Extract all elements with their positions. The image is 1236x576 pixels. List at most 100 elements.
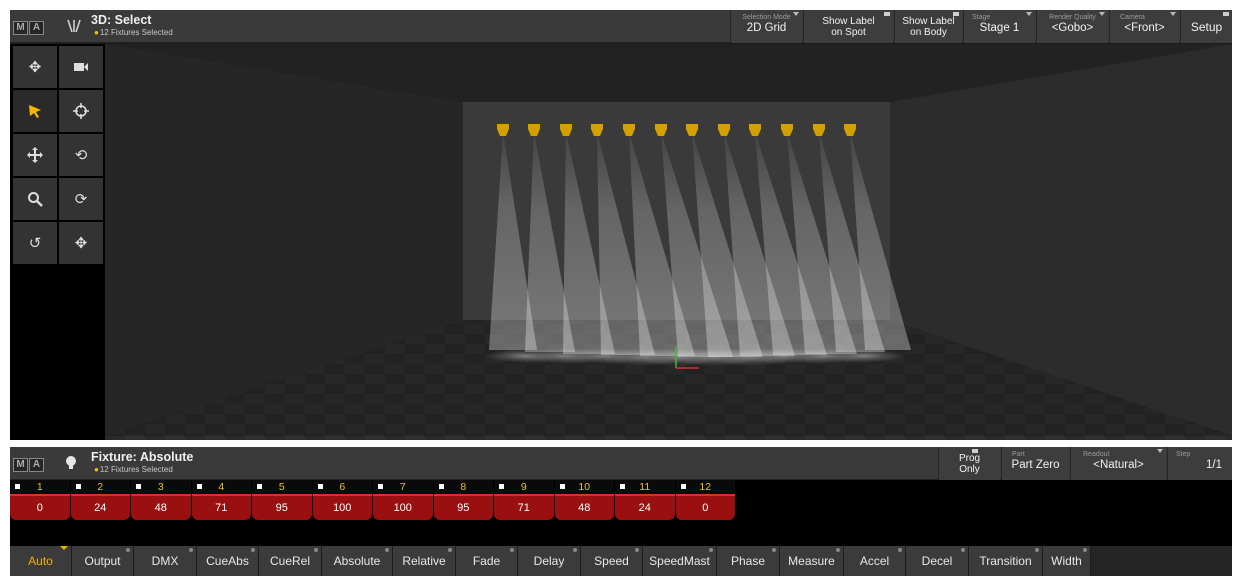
show-label-body-line2: on Body [910,27,947,38]
fixture-cell[interactable]: 12 0 [675,480,735,526]
rotate-tool-button[interactable]: ⟲ [59,134,103,176]
tab-phase[interactable]: Phase [717,546,780,576]
step-button[interactable]: Step 1/1 [1167,447,1232,480]
tab-speedmast[interactable]: SpeedMast [643,546,717,576]
render-quality-button[interactable]: Render Quality <Gobo> [1036,10,1108,43]
3d-viewport[interactable] [105,44,1232,440]
fixture-cell[interactable]: 3 48 [131,480,191,526]
zoom-tool-button[interactable] [13,178,57,220]
show-label-on-spot-button[interactable]: Show Label on Spot [803,10,893,43]
tab-absolute[interactable]: Absolute [322,546,393,576]
fixture-number: 10 [578,481,591,493]
tab-dot-icon [251,548,255,552]
tab-label: Auto [28,554,53,568]
select-tool-button[interactable] [13,90,57,132]
tab-dot-icon [510,548,514,552]
tab-dot-icon [1035,548,1039,552]
fixture-value[interactable]: 48 [554,494,614,520]
ma-logo[interactable]: MA [13,458,44,472]
ma-logo[interactable]: MA [13,21,44,35]
part-value: Part Zero [1011,459,1060,471]
fixture-cell[interactable]: 11 24 [615,480,675,526]
fixture-value[interactable]: 71 [191,494,251,520]
tab-auto[interactable]: Auto [10,546,72,576]
camera-icon [74,63,88,71]
fixture-value[interactable]: 95 [433,494,493,520]
target-icon [73,103,89,119]
tab-label: Delay [533,554,565,568]
orbit-tool-button[interactable]: ↺ [13,222,57,264]
tab-dmx[interactable]: DMX [134,546,197,576]
tab-speed[interactable]: Speed [581,546,643,576]
spotlight-icon [67,19,81,33]
tool-panel: ✥ ⟲ ⟳ ↺ ✥ [10,44,105,440]
tab-label: Absolute [333,554,381,568]
fixture-value[interactable]: 71 [494,494,554,520]
tab-accel[interactable]: Accel [844,546,906,576]
readout-button[interactable]: Readout <Natural> [1070,447,1166,480]
fixture-value[interactable]: 0 [675,494,735,520]
pan-tool-button[interactable] [13,134,57,176]
fixture-sheet: 1 0 2 24 3 48 4 71 5 95 6 100 7 100 8 95 9 71 10 48 11 24 12 0 [10,480,735,526]
fixture-value[interactable]: 48 [131,494,191,520]
tab-decel[interactable]: Decel [906,546,969,576]
fixture-cell[interactable]: 7 100 [373,480,433,526]
tab-dot-icon [1083,548,1087,552]
move-tool-button[interactable]: ✥ [13,46,57,88]
fixture-value[interactable]: 24 [70,494,130,520]
tab-measure[interactable]: Measure [780,546,844,576]
fixture-cell[interactable]: 6 100 [312,480,372,526]
part-label: Part [1012,451,1025,458]
fixture-value[interactable]: 24 [615,494,675,520]
fixture-value[interactable]: 95 [252,494,312,520]
selection-mode-label: Selection Mode [742,14,791,21]
fixture-value[interactable]: 100 [312,494,372,520]
selection-mode-button[interactable]: Selection Mode 2D Grid [730,10,802,43]
fixture-header: 1 [10,480,70,494]
step-value: 1/1 [1206,459,1222,471]
fixture-cell[interactable]: 5 95 [252,480,312,526]
ma-logo-a: A [29,21,44,35]
readout-label: Readout [1083,451,1110,458]
tab-dot-icon [898,548,902,552]
fixture-number: 11 [639,481,651,493]
fixture-cell[interactable]: 10 [10,480,70,526]
target-tool-button[interactable] [59,90,103,132]
tab-relative[interactable]: Relative [393,546,456,576]
fixture-cell[interactable]: 9 71 [494,480,554,526]
tab-width[interactable]: Width [1043,546,1091,576]
selection-count: 12 Fixtures Selected [99,465,173,474]
tab-cuerel[interactable]: CueRel [259,546,322,576]
stage-button[interactable]: Stage Stage 1 [963,10,1035,43]
tab-dot-icon [126,548,130,552]
rotate-alt-icon: ⟳ [74,191,88,208]
dropdown-icon [1099,12,1105,16]
active-indicator-icon [60,546,68,550]
fixture-cell[interactable]: 2 24 [70,480,130,526]
tab-fade[interactable]: Fade [456,546,518,576]
tab-transition[interactable]: Transition [969,546,1043,576]
part-button[interactable]: Part Part Zero [1001,447,1069,480]
tab-delay[interactable]: Delay [518,546,581,576]
camera-button[interactable]: Camera <Front> [1109,10,1179,43]
tab-cueabs[interactable]: CueAbs [197,546,259,576]
fixture-cell[interactable]: 10 48 [554,480,614,526]
selection-mode-value: 2D Grid [746,22,787,34]
move-alt-tool-button[interactable]: ✥ [59,222,103,264]
tab-output[interactable]: Output [72,546,134,576]
move-alt-icon: ✥ [74,235,88,252]
fixture-value[interactable]: 0 [10,494,70,520]
fixture-cell[interactable]: 4 71 [191,480,251,526]
rotate-alt-tool-button[interactable]: ⟳ [59,178,103,220]
prog-only-button[interactable]: Prog Only [938,447,1000,480]
dropdown-icon [1170,12,1176,16]
camera-tool-button[interactable] [59,46,103,88]
bulb-icon: ● [94,465,99,474]
setup-button[interactable]: Setup [1180,10,1232,43]
prog-only-line1: Prog [958,453,981,464]
show-label-on-body-button[interactable]: Show Label on Body [894,10,962,43]
fixture-value[interactable]: 100 [373,494,433,520]
fixture-cell[interactable]: 8 95 [433,480,493,526]
move-icon: ✥ [28,59,42,76]
ma-logo-m: M [13,458,28,472]
